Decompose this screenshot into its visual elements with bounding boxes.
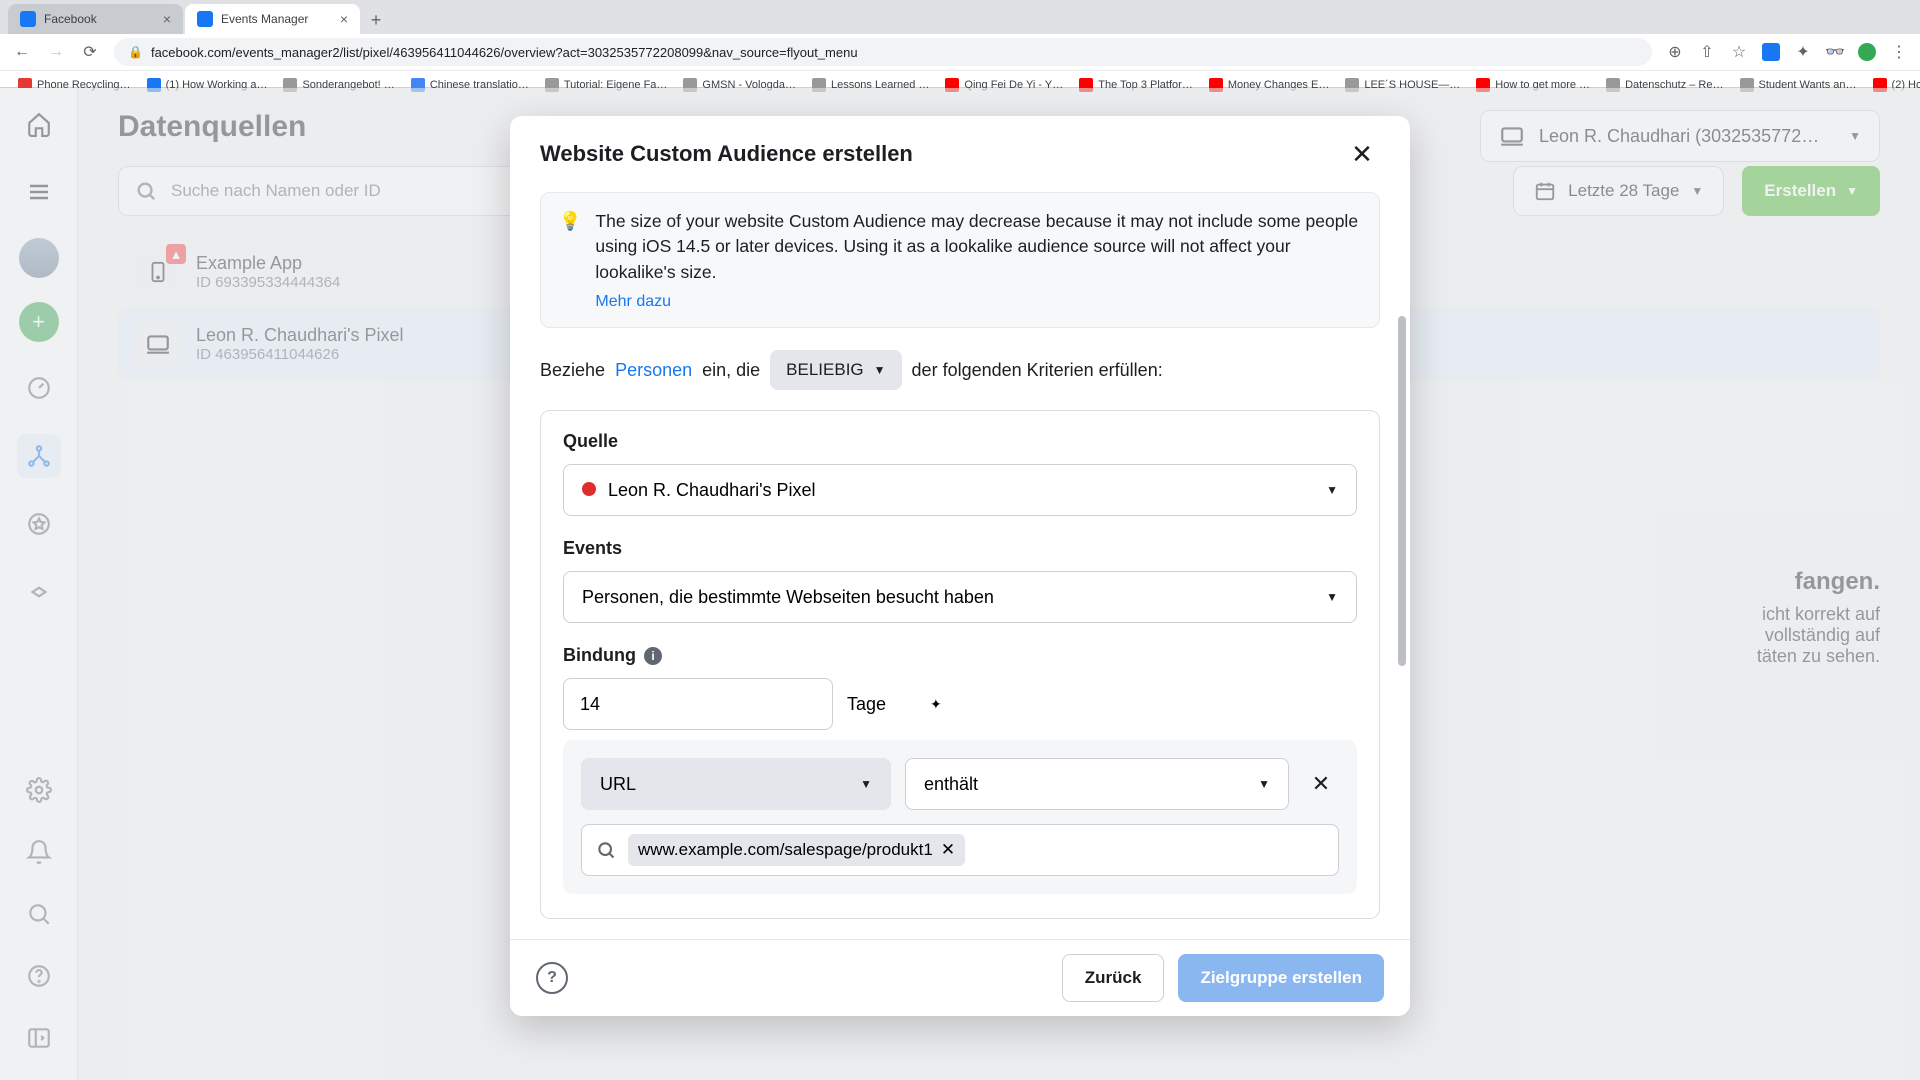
close-icon[interactable]: × xyxy=(340,11,348,27)
source-label: Quelle xyxy=(563,431,1357,452)
extensions-icon[interactable]: ✦ xyxy=(1794,43,1812,61)
url-value-input[interactable]: www.example.com/salespage/produkt1 ✕ xyxy=(581,824,1339,876)
remove-chip-icon[interactable]: ✕ xyxy=(941,840,955,860)
tab-label: Facebook xyxy=(44,12,97,26)
retention-label: Bindung i xyxy=(563,645,1357,666)
url-text: facebook.com/events_manager2/list/pixel/… xyxy=(151,45,858,60)
status-dot-icon xyxy=(582,482,596,496)
remove-filter-button[interactable]: ✕ xyxy=(1303,771,1339,797)
url-input[interactable]: 🔒 facebook.com/events_manager2/list/pixe… xyxy=(114,38,1652,66)
star-icon[interactable]: ☆ xyxy=(1730,43,1748,61)
new-tab-button[interactable]: + xyxy=(362,6,390,34)
close-icon[interactable]: ✕ xyxy=(1344,136,1380,172)
info-card: 💡 The size of your website Custom Audien… xyxy=(540,192,1380,328)
address-bar: ← → ⟳ 🔒 facebook.com/events_manager2/lis… xyxy=(0,34,1920,70)
fb-ext-icon[interactable] xyxy=(1762,43,1780,61)
forward-icon[interactable]: → xyxy=(46,43,66,61)
retention-input[interactable] xyxy=(563,678,833,730)
share-icon[interactable]: ⇧ xyxy=(1698,43,1716,61)
lock-icon: 🔒 xyxy=(128,45,143,59)
chevron-down-icon: ▼ xyxy=(1326,483,1338,497)
back-button[interactable]: Zurück xyxy=(1062,954,1165,1002)
modal-footer: ? Zurück Zielgruppe erstellen xyxy=(510,939,1410,1016)
zoom-icon[interactable]: ⊕ xyxy=(1666,43,1684,61)
tab-label: Events Manager xyxy=(221,12,308,26)
incognito-icon[interactable]: 👓 xyxy=(1826,43,1844,61)
url-chip: www.example.com/salespage/produkt1 ✕ xyxy=(628,834,965,866)
criteria-sentence: Beziehe Personen ein, die BELIEBIG ▼ der… xyxy=(540,350,1380,390)
url-filter-row: URL ▼ enthält ▼ ✕ www.example.com/salesp… xyxy=(563,740,1357,894)
reload-icon[interactable]: ⟳ xyxy=(80,42,100,62)
criteria-block: Quelle Leon R. Chaudhari's Pixel ▼ Event… xyxy=(540,410,1380,919)
chevron-down-icon: ▼ xyxy=(1258,777,1270,791)
events-label: Events xyxy=(563,538,1357,559)
chevron-down-icon: ▼ xyxy=(860,777,872,791)
chevron-down-icon: ▼ xyxy=(1326,590,1338,604)
info-text: The size of your website Custom Audience… xyxy=(595,209,1361,285)
cursor-icon: ✦ xyxy=(930,696,942,713)
back-icon[interactable]: ← xyxy=(12,43,32,61)
people-link[interactable]: Personen xyxy=(615,360,692,381)
help-icon[interactable]: ? xyxy=(536,962,568,994)
scrollbar[interactable] xyxy=(1398,316,1406,666)
tab-bar: Facebook × Events Manager × + xyxy=(0,0,1920,34)
chevron-down-icon: ▼ xyxy=(874,363,886,377)
match-type-select[interactable]: BELIEBIG ▼ xyxy=(770,350,901,390)
search-icon xyxy=(596,840,616,860)
lightbulb-icon: 💡 xyxy=(559,211,581,311)
tab-facebook[interactable]: Facebook × xyxy=(8,4,183,34)
facebook-favicon xyxy=(197,11,213,27)
retention-unit: Tage xyxy=(847,694,886,715)
create-audience-button[interactable]: Zielgruppe erstellen xyxy=(1178,954,1384,1002)
url-operator-select[interactable]: enthält ▼ xyxy=(905,758,1289,810)
facebook-favicon xyxy=(20,11,36,27)
modal-title: Website Custom Audience erstellen xyxy=(540,141,913,167)
events-select[interactable]: Personen, die bestimmte Webseiten besuch… xyxy=(563,571,1357,623)
browser-chrome: Facebook × Events Manager × + ← → ⟳ 🔒 fa… xyxy=(0,0,1920,88)
url-type-select[interactable]: URL ▼ xyxy=(581,758,891,810)
learn-more-link[interactable]: Mehr dazu xyxy=(595,293,671,311)
close-icon[interactable]: × xyxy=(163,11,171,27)
menu-icon[interactable]: ⋮ xyxy=(1890,43,1908,61)
tab-events-manager[interactable]: Events Manager × xyxy=(185,4,360,34)
profile-icon[interactable] xyxy=(1858,43,1876,61)
info-icon[interactable]: i xyxy=(644,647,662,665)
create-audience-modal: Website Custom Audience erstellen ✕ 💡 Th… xyxy=(510,116,1410,1016)
source-select[interactable]: Leon R. Chaudhari's Pixel ▼ xyxy=(563,464,1357,516)
